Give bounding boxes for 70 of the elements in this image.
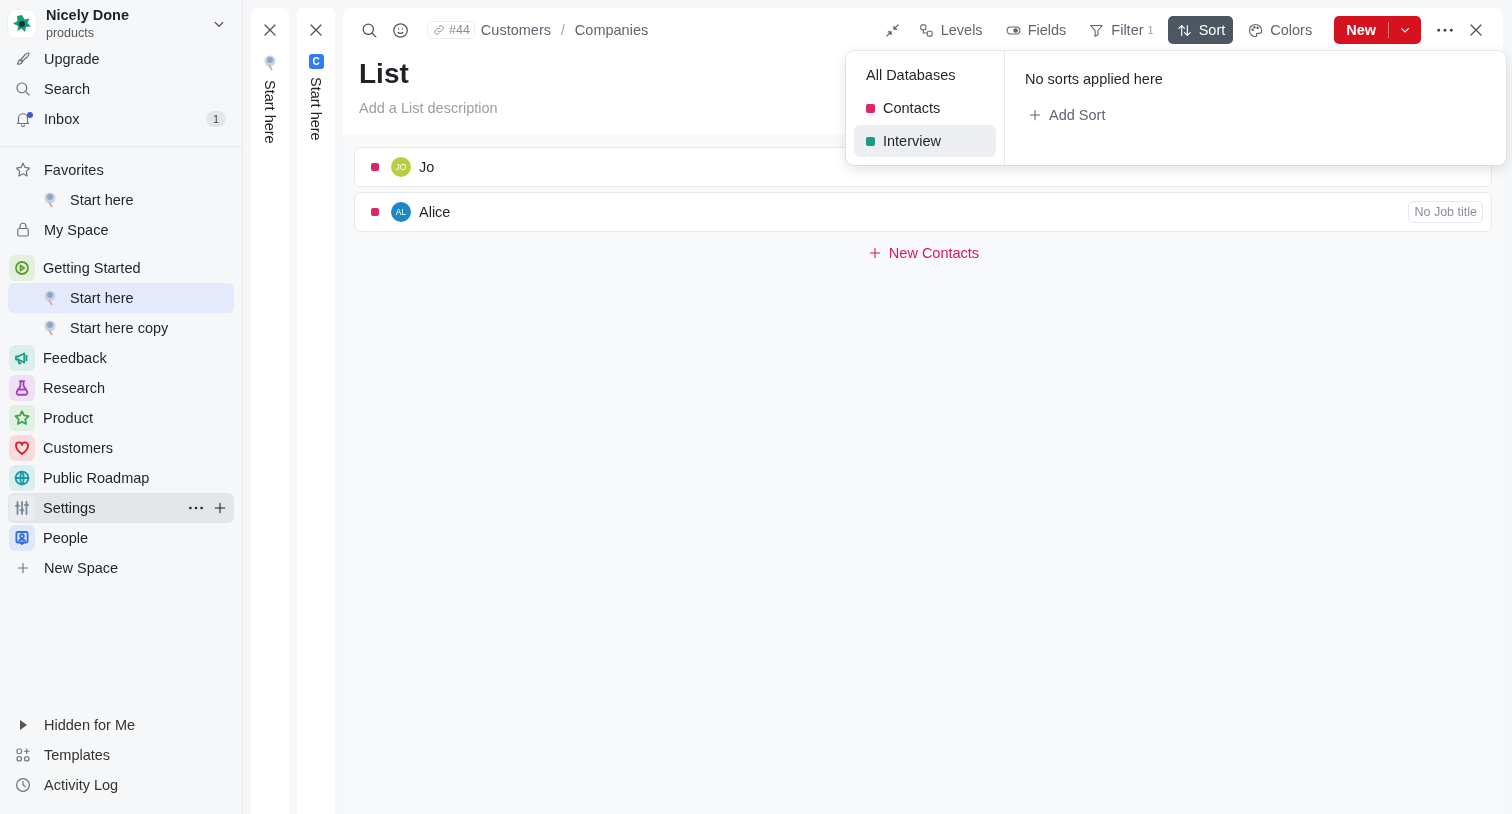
page-avatar-icon <box>42 191 58 209</box>
sidebar-item[interactable]: People <box>8 523 234 553</box>
toolbar-button[interactable]: Fields <box>996 16 1075 44</box>
link-icon <box>432 23 446 37</box>
database-tag-icon <box>371 163 379 171</box>
sidebar-item[interactable]: Start here <box>8 283 234 313</box>
page-avatar-icon <box>42 319 58 337</box>
toolbar-button[interactable]: Colors <box>1239 16 1321 44</box>
empty-message: No sorts applied here <box>1025 71 1163 87</box>
new-contact-button[interactable]: New Contacts <box>860 244 986 262</box>
more-icon[interactable] <box>1436 27 1454 33</box>
sidebar-item[interactable]: Start here copy <box>8 313 234 343</box>
sidebar-item[interactable]: Feedback <box>8 343 234 373</box>
workspace-subtitle: products <box>46 25 95 42</box>
smile-icon <box>391 20 410 40</box>
toolbar-button[interactable]: Filter 1 <box>1080 16 1162 44</box>
sidebar-item[interactable]: Hidden for Me <box>8 710 234 740</box>
workspace-name[interactable]: Nicely Done <box>46 6 200 24</box>
sidebar-item[interactable]: Templates <box>8 740 234 770</box>
list-row[interactable]: AL Alice No Job title <box>354 192 1492 232</box>
logo-icon <box>12 14 32 34</box>
sidebar-item[interactable]: Product <box>8 403 234 433</box>
page-avatar-icon <box>42 289 58 307</box>
list-title[interactable]: List <box>359 58 409 90</box>
workspace-logo[interactable] <box>8 10 36 38</box>
database-tag-icon <box>371 208 379 216</box>
collapse-icon <box>883 21 901 39</box>
new-button[interactable]: New <box>1334 16 1421 44</box>
sidebar-item[interactable]: Public Roadmap <box>8 463 234 493</box>
strip-title[interactable]: Start here <box>262 80 278 144</box>
levels-icon <box>917 21 935 39</box>
database-item[interactable]: Contacts <box>854 92 996 124</box>
sidebar-item[interactable]: Getting Started <box>8 253 234 283</box>
star-icon <box>14 161 32 179</box>
search-icon <box>14 80 32 98</box>
lock-icon <box>14 221 32 239</box>
database-icon: C <box>308 54 324 69</box>
sidebar-item[interactable]: Start here <box>8 185 234 215</box>
avatar: JO <box>391 157 411 177</box>
sidebar-item[interactable]: My Space <box>8 215 234 245</box>
count-badge: 1 <box>205 111 226 127</box>
sidebar-item[interactable]: Customers <box>8 433 234 463</box>
job-title-chip: No Job title <box>1408 201 1483 223</box>
contact-name: Jo <box>419 158 436 177</box>
toolbar-button[interactable]: Levels <box>909 16 991 44</box>
breadcrumb-link[interactable]: Companies <box>574 22 649 38</box>
palette-icon <box>1247 21 1265 39</box>
database-item[interactable]: All Databases <box>854 59 996 91</box>
strip-title[interactable]: Start here <box>308 77 324 141</box>
bell-icon <box>14 110 32 128</box>
breadcrumb-link[interactable]: Customers <box>480 22 551 38</box>
breadcrumb-separator: / <box>560 22 565 38</box>
page-avatar-icon <box>262 54 278 72</box>
sidebar-item[interactable]: Settings <box>8 493 234 523</box>
toolbar-button[interactable]: Sort <box>1167 16 1234 44</box>
sidebar-item[interactable]: Search <box>8 74 234 104</box>
plus-icon <box>1027 107 1043 123</box>
sidebar-item[interactable]: Inbox 1 <box>8 104 234 134</box>
sidebar-item[interactable]: New Space <box>8 553 234 583</box>
avatar: AL <box>391 202 411 222</box>
plus-icon <box>15 560 31 576</box>
database-item[interactable]: Interview <box>854 125 996 157</box>
sidebar-item[interactable]: Favorites <box>8 155 234 185</box>
more-icon[interactable] <box>188 506 204 510</box>
contact-name: Alice <box>419 203 452 222</box>
sidebar-item[interactable]: Upgrade <box>8 44 234 74</box>
sidebar-item[interactable]: Activity Log <box>8 770 234 800</box>
add-sort-button[interactable]: Add Sort <box>1025 107 1106 123</box>
plus-icon <box>212 500 228 516</box>
sidebar-item[interactable]: Research <box>8 373 234 403</box>
